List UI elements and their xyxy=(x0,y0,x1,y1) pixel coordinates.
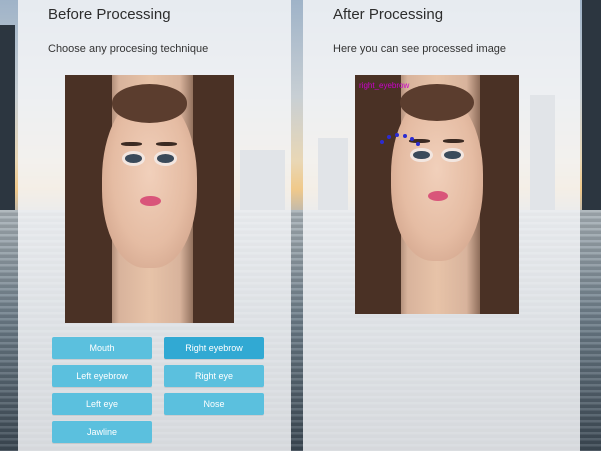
landmark-dot xyxy=(380,140,384,144)
landmark-dot xyxy=(416,142,420,146)
jawline-button[interactable]: Jawline xyxy=(52,421,152,443)
nose-button[interactable]: Nose xyxy=(164,393,264,415)
right-eyebrow-button[interactable]: Right eyebrow xyxy=(164,337,264,359)
original-face-image xyxy=(65,75,234,323)
landmark-overlay xyxy=(380,133,420,146)
left-eye-button[interactable]: Left eye xyxy=(52,393,152,415)
right-eye-button[interactable]: Right eye xyxy=(164,365,264,387)
panel-subtitle: Choose any procesing technique xyxy=(48,43,209,55)
landmark-dot xyxy=(403,134,407,138)
left-eyebrow-button[interactable]: Left eyebrow xyxy=(52,365,152,387)
building xyxy=(0,25,15,210)
face xyxy=(102,84,197,269)
landmark-dot xyxy=(395,133,399,137)
landmark-dot xyxy=(387,135,391,139)
processed-face-image: right_eyebrow xyxy=(355,75,519,314)
panel-title: After Processing xyxy=(333,6,444,23)
panel-subtitle: Here you can see processed image xyxy=(333,43,507,55)
landmark-dot xyxy=(410,137,414,141)
after-processing-panel: After Processing Here you can see proces… xyxy=(303,0,580,451)
overlay-label: right_eyebrow xyxy=(359,81,410,90)
building xyxy=(582,0,601,215)
panel-title: Before Processing xyxy=(48,6,171,23)
before-processing-panel: Before Processing Choose any procesing t… xyxy=(18,0,291,451)
mouth-button[interactable]: Mouth xyxy=(52,337,152,359)
